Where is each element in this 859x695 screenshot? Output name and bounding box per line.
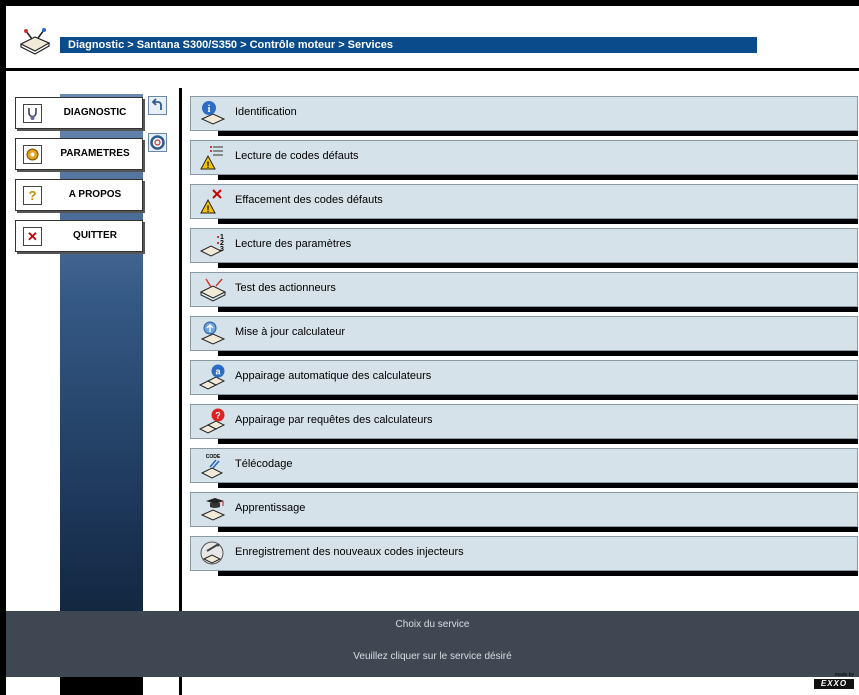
svg-text:CODE: CODE [206, 454, 221, 460]
service-actuator-test-button[interactable]: Test des actionneurs [190, 272, 858, 312]
service-label: Mise à jour calculateur [235, 326, 346, 338]
request-pairing-icon: ? [198, 407, 228, 435]
question-icon: ? [23, 186, 42, 205]
read-parameters-icon: 123 [198, 231, 228, 259]
service-request-pairing-button[interactable]: ? Appairage par requêtes des calculateur… [190, 404, 858, 444]
exxo-logo: EXXO [814, 679, 854, 689]
read-fault-codes-icon: ! [198, 143, 228, 171]
service-clear-fault-codes-button[interactable]: ! Effacement des codes défauts [190, 184, 858, 224]
clear-fault-codes-icon: ! [198, 187, 228, 215]
status-title: Choix du service [395, 619, 470, 630]
header-divider [6, 68, 859, 71]
service-label: Effacement des codes défauts [235, 194, 383, 206]
breadcrumb: Diagnostic > Santana S300/S350 > Contrôl… [60, 37, 757, 53]
service-label: Lecture des paramètres [235, 238, 352, 250]
learning-icon [198, 495, 228, 523]
service-label: Apprentissage [235, 502, 306, 514]
svg-text:i: i [208, 104, 211, 115]
injector-codes-icon [198, 539, 228, 567]
service-label: Enregistrement des nouveaux codes inject… [235, 546, 464, 558]
service-label: Lecture de codes défauts [235, 150, 359, 162]
svg-text:!: ! [207, 204, 210, 214]
stethoscope-icon [23, 104, 42, 123]
service-label: Télécodage [235, 458, 293, 470]
bottom-strip [6, 677, 859, 695]
status-panel: Choix du service Veuillez cliquer sur le… [6, 611, 859, 677]
nav-label: QUITTER [73, 230, 117, 241]
header: Diagnostic > Santana S300/S350 > Contrôl… [6, 6, 859, 68]
auto-pairing-icon: a [198, 363, 228, 391]
app-window: Diagnostic > Santana S300/S350 > Contrôl… [6, 6, 859, 695]
nav-parametres-button[interactable]: PARAMETRES [15, 138, 143, 170]
service-read-parameters-button[interactable]: 123 Lecture des paramètres [190, 228, 858, 268]
service-label: Identification [235, 106, 297, 118]
service-identification-button[interactable]: i Identification [190, 96, 858, 136]
status-message: Veuillez cliquer sur le service désiré [353, 651, 512, 662]
telecoding-icon: CODE [198, 451, 228, 479]
gear-icon [23, 145, 42, 164]
nav-quitter-button[interactable]: ✕ QUITTER [15, 220, 143, 252]
content-divider [179, 88, 182, 695]
service-read-fault-codes-button[interactable]: ! Lecture de codes défauts [190, 140, 858, 180]
service-label: Appairage automatique des calculateurs [235, 370, 432, 382]
service-auto-pairing-button[interactable]: a Appairage automatique des calculateurs [190, 360, 858, 400]
nav-apropos-button[interactable]: ? A PROPOS [15, 179, 143, 211]
made-by-badge: made by EXXO [814, 672, 854, 689]
made-by-text: made by [834, 672, 854, 678]
service-label: Test des actionneurs [235, 282, 336, 294]
svg-text:3: 3 [220, 246, 224, 253]
service-ecu-update-button[interactable]: Mise à jour calculateur [190, 316, 858, 356]
nav-diagnostic-button[interactable]: DIAGNOSTIC [15, 97, 143, 129]
nav-label: PARAMETRES [60, 148, 130, 159]
identification-icon: i [198, 99, 228, 127]
service-telecoding-button[interactable]: CODE Télécodage [190, 448, 858, 488]
nav-label: A PROPOS [68, 189, 122, 200]
service-learning-button[interactable]: Apprentissage [190, 492, 858, 532]
ecu-update-icon [198, 319, 228, 347]
service-label: Appairage par requêtes des calculateurs [235, 414, 433, 426]
service-injector-codes-button[interactable]: Enregistrement des nouveaux codes inject… [190, 536, 858, 576]
actuator-test-icon [198, 275, 228, 303]
close-icon: ✕ [23, 227, 42, 246]
svg-text:!: ! [207, 160, 210, 170]
back-arrow-icon[interactable] [148, 96, 167, 115]
help-lifebuoy-icon[interactable] [148, 133, 167, 152]
svg-text:?: ? [215, 411, 221, 421]
nav-label: DIAGNOSTIC [63, 107, 127, 118]
car-diagnostic-logo-icon [18, 26, 52, 56]
